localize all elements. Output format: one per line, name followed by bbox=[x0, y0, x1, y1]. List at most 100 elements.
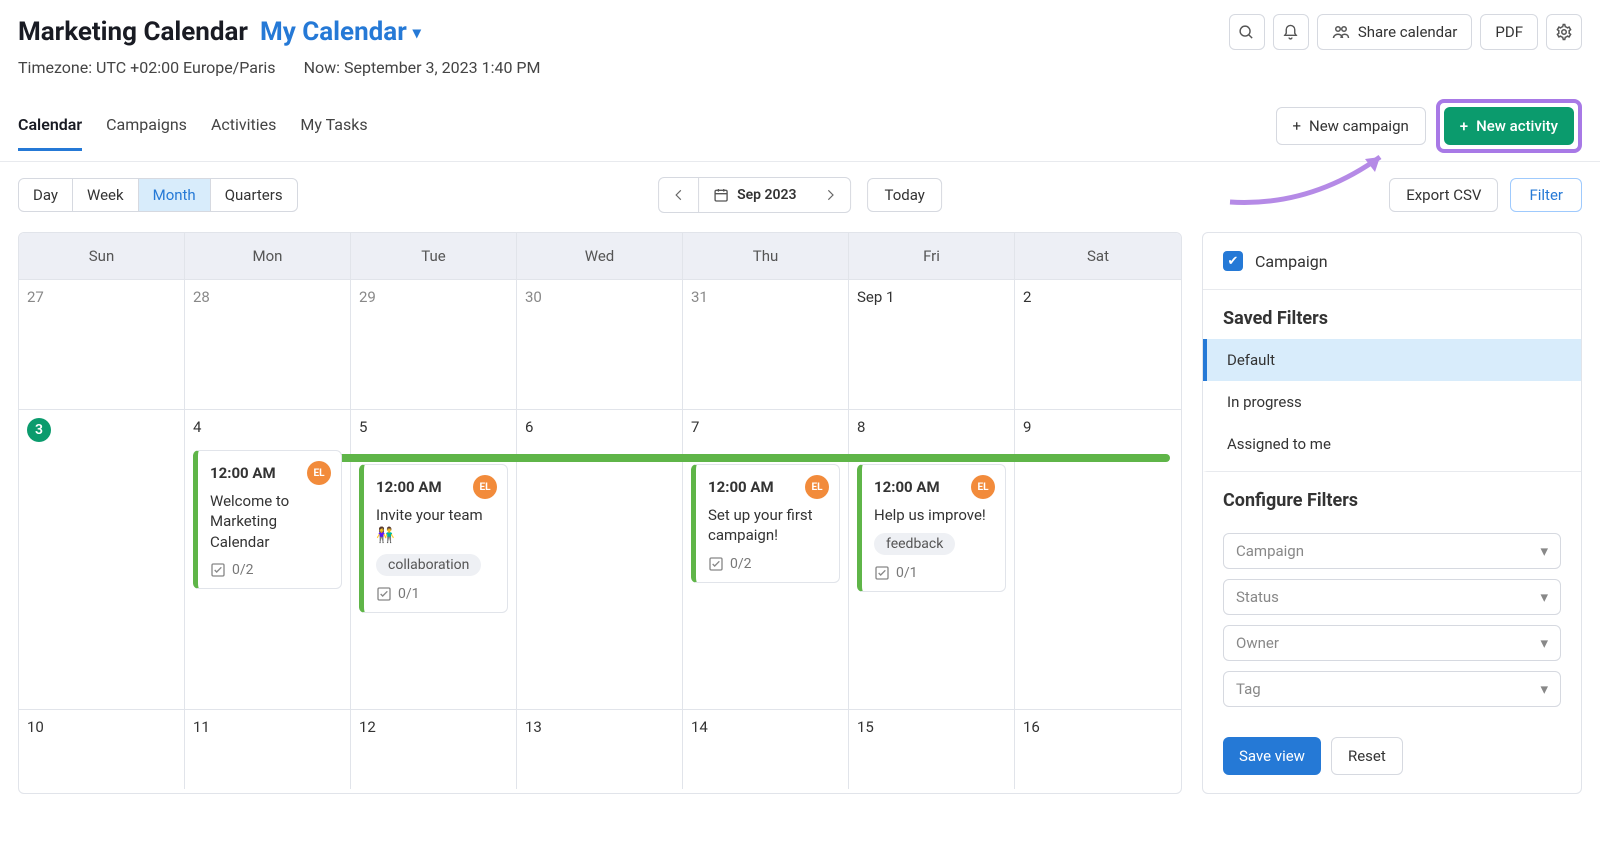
event-card[interactable]: 12:00 AM EL Set up your first campaign! … bbox=[691, 464, 840, 583]
next-month-button[interactable] bbox=[811, 178, 851, 212]
calendar-cell[interactable]: 13 bbox=[517, 710, 683, 789]
view-month[interactable]: Month bbox=[139, 179, 211, 211]
event-checklist: 0/1 bbox=[874, 565, 995, 581]
event-checklist: 0/1 bbox=[376, 586, 497, 602]
day-number: 27 bbox=[27, 288, 176, 306]
app-title: Marketing Calendar bbox=[18, 17, 248, 47]
campaign-select[interactable]: Campaign▾ bbox=[1223, 533, 1561, 569]
day-number: 10 bbox=[27, 718, 176, 736]
event-time: 12:00 AM bbox=[708, 478, 774, 496]
filter-panel: ✔ Campaign Saved Filters Default In prog… bbox=[1202, 232, 1582, 794]
calendar-selector[interactable]: My Calendar ▾ bbox=[260, 17, 421, 47]
chevron-down-icon: ▾ bbox=[1540, 634, 1548, 652]
prev-month-button[interactable] bbox=[659, 178, 699, 212]
new-campaign-label: New campaign bbox=[1309, 117, 1409, 135]
new-campaign-button[interactable]: + New campaign bbox=[1276, 107, 1426, 145]
campaign-checkbox[interactable]: ✔ bbox=[1223, 251, 1243, 271]
event-card[interactable]: 12:00 AM EL Welcome to Marketing Calenda… bbox=[193, 450, 342, 589]
calendar-cell[interactable]: 14 bbox=[683, 710, 849, 789]
status-select[interactable]: Status ▾ bbox=[1223, 579, 1561, 615]
pdf-button[interactable]: PDF bbox=[1480, 14, 1538, 50]
new-activity-button[interactable]: + New activity bbox=[1444, 107, 1574, 145]
chevron-down-icon: ▾ bbox=[1540, 588, 1548, 606]
saved-filter-default[interactable]: Default bbox=[1203, 339, 1581, 381]
calendar-cell[interactable]: 11 bbox=[185, 710, 351, 789]
calendar-cell[interactable]: 27 bbox=[19, 280, 185, 409]
today-marker: 3 bbox=[27, 418, 51, 442]
day-number: 2 bbox=[1023, 288, 1173, 306]
event-checklist: 0/2 bbox=[210, 562, 331, 578]
calendar-cell[interactable]: 31 bbox=[683, 280, 849, 409]
event-tag: feedback bbox=[874, 533, 955, 555]
day-number: 5 bbox=[359, 418, 508, 436]
gear-icon[interactable] bbox=[1546, 14, 1582, 50]
filter-button[interactable]: Filter bbox=[1510, 178, 1582, 212]
event-tag: collaboration bbox=[376, 554, 481, 576]
calendar-cell[interactable]: 30 bbox=[517, 280, 683, 409]
tab-calendar[interactable]: Calendar bbox=[18, 101, 82, 151]
calendar-cell[interactable]: 4 12:00 AM EL Welcome to Marketing Calen… bbox=[185, 410, 351, 709]
day-number: 11 bbox=[193, 718, 342, 736]
month-navigator: Sep 2023 bbox=[658, 177, 851, 213]
new-activity-label: New activity bbox=[1476, 117, 1558, 135]
annotation-arrow bbox=[1220, 147, 1400, 217]
saved-filter-assigned-to-me[interactable]: Assigned to me bbox=[1203, 423, 1581, 472]
saved-filters-title: Saved Filters bbox=[1203, 290, 1581, 339]
checklist-icon bbox=[874, 565, 890, 581]
plus-icon: + bbox=[1293, 117, 1302, 135]
tag-select[interactable]: Tag ▾ bbox=[1223, 671, 1561, 707]
day-header-sat: Sat bbox=[1015, 233, 1181, 279]
day-number: 15 bbox=[857, 718, 1006, 736]
annotation-highlight: + New activity bbox=[1436, 99, 1582, 153]
day-number: 7 bbox=[691, 418, 840, 436]
saved-filter-in-progress[interactable]: In progress bbox=[1203, 381, 1581, 423]
calendar-cell[interactable]: 28 bbox=[185, 280, 351, 409]
calendar-cell[interactable]: 29 bbox=[351, 280, 517, 409]
select-placeholder: Tag bbox=[1236, 680, 1261, 698]
event-time: 12:00 AM bbox=[874, 478, 940, 496]
month-text: Sep 2023 bbox=[737, 187, 796, 203]
owner-select[interactable]: Owner▾ bbox=[1223, 625, 1561, 661]
view-day[interactable]: Day bbox=[19, 179, 73, 211]
tab-campaigns[interactable]: Campaigns bbox=[106, 101, 187, 151]
calendar-cell[interactable]: 16 bbox=[1015, 710, 1181, 789]
checklist-count: 0/2 bbox=[232, 562, 254, 578]
month-label[interactable]: Sep 2023 bbox=[699, 178, 810, 212]
calendar-cell[interactable]: 2 bbox=[1015, 280, 1181, 409]
view-week[interactable]: Week bbox=[73, 179, 139, 211]
people-icon bbox=[1332, 23, 1350, 41]
checklist-icon bbox=[210, 562, 226, 578]
event-time: 12:00 AM bbox=[376, 478, 442, 496]
chevron-down-icon: ▾ bbox=[1540, 680, 1548, 698]
calendar-cell[interactable]: 12 bbox=[351, 710, 517, 789]
tab-my-tasks[interactable]: My Tasks bbox=[300, 101, 367, 151]
search-icon[interactable] bbox=[1229, 14, 1265, 50]
pdf-label: PDF bbox=[1495, 23, 1523, 41]
calendar-cell[interactable]: 10 bbox=[19, 710, 185, 789]
share-calendar-button[interactable]: Share calendar bbox=[1317, 14, 1473, 50]
today-button[interactable]: Today bbox=[868, 178, 942, 212]
day-number: 13 bbox=[525, 718, 674, 736]
day-header-thu: Thu bbox=[683, 233, 849, 279]
day-header-mon: Mon bbox=[185, 233, 351, 279]
event-title: Help us improve! bbox=[874, 505, 995, 525]
checklist-count: 0/1 bbox=[896, 565, 918, 581]
bell-icon[interactable] bbox=[1273, 14, 1309, 50]
calendar-cell[interactable]: 3 bbox=[19, 410, 185, 709]
calendar-cell[interactable]: Sep 1 bbox=[849, 280, 1015, 409]
view-quarters[interactable]: Quarters bbox=[211, 179, 297, 211]
event-card[interactable]: 12:00 AM EL Invite your team 👫 collabora… bbox=[359, 464, 508, 613]
export-csv-button[interactable]: Export CSV bbox=[1389, 178, 1498, 212]
event-time: 12:00 AM bbox=[210, 464, 276, 482]
plus-icon: + bbox=[1460, 117, 1468, 135]
day-number: 30 bbox=[525, 288, 674, 306]
day-header-wed: Wed bbox=[517, 233, 683, 279]
tab-activities[interactable]: Activities bbox=[211, 101, 276, 151]
select-placeholder: Status bbox=[1236, 588, 1279, 606]
chevron-right-icon bbox=[824, 188, 838, 202]
reset-button[interactable]: Reset bbox=[1331, 737, 1403, 775]
save-view-button[interactable]: Save view bbox=[1223, 737, 1321, 775]
event-card[interactable]: 12:00 AM EL Help us improve! feedback 0/… bbox=[857, 464, 1006, 592]
day-header-tue: Tue bbox=[351, 233, 517, 279]
calendar-cell[interactable]: 15 bbox=[849, 710, 1015, 789]
